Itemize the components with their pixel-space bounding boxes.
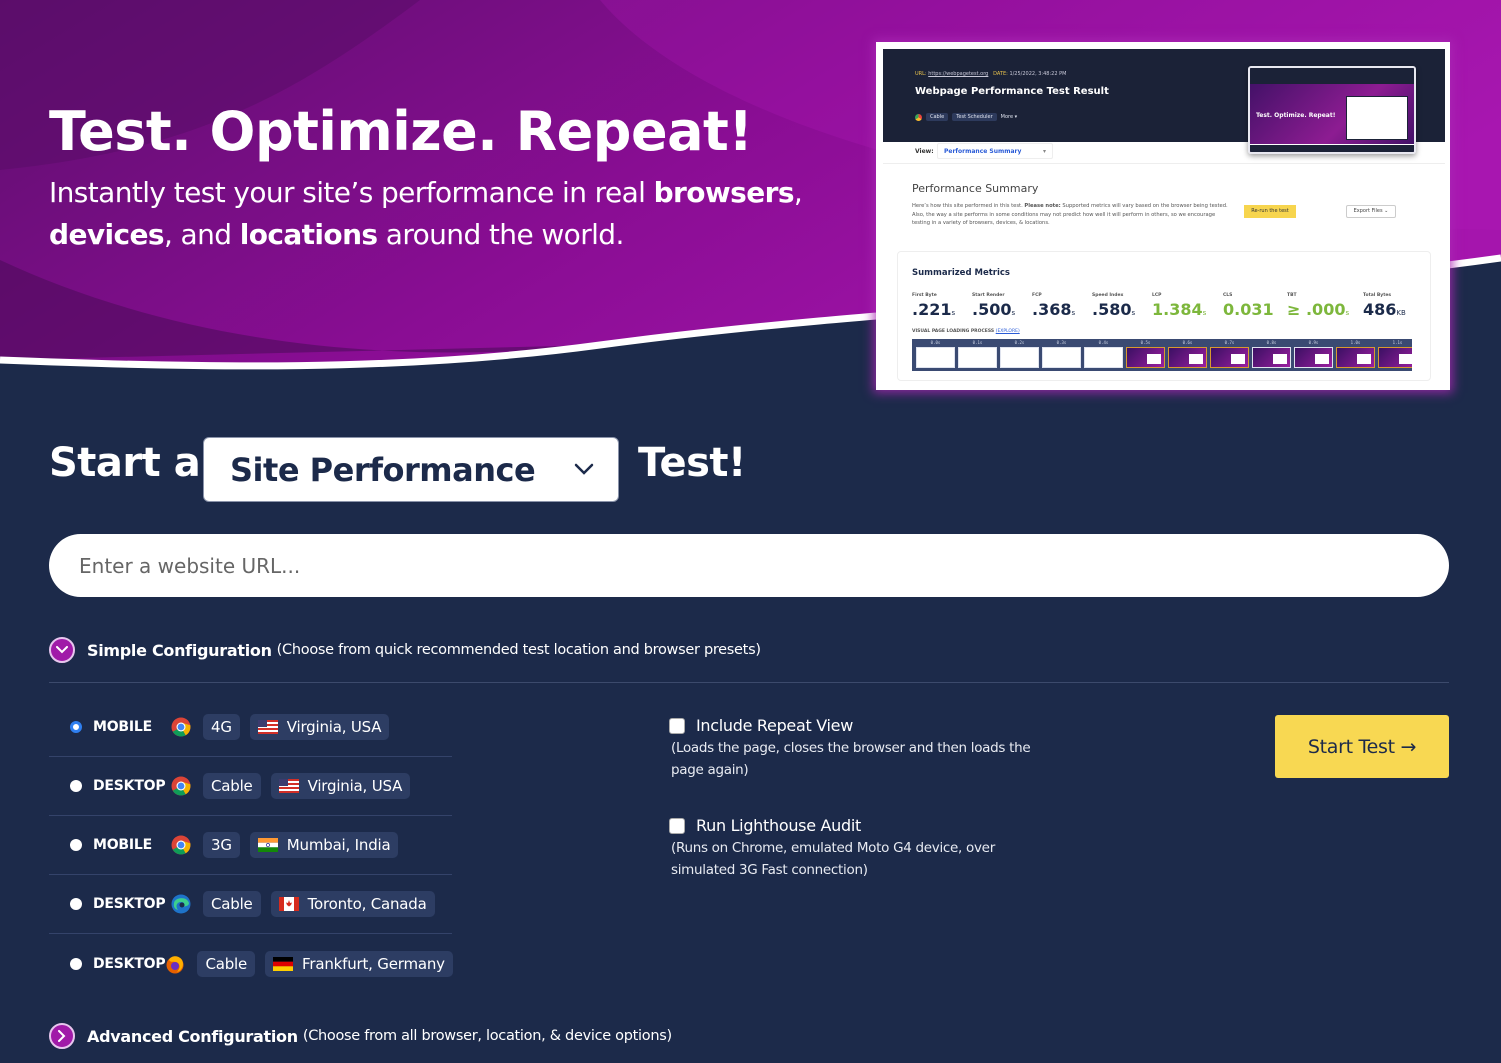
preview-filmstrip: 0.0s 0.1s 0.2s 0.3s 0.4s 0.5s 0.6s 0.7s 0.8s 0.9s…	[912, 339, 1412, 371]
chrome-icon	[171, 776, 191, 796]
filmstrip-frame: 1.1s	[1378, 340, 1412, 368]
preview-metric: CLS 0.031	[1223, 293, 1274, 319]
preview-metric: Speed Index .580s	[1092, 293, 1136, 319]
preview-metric: Start Render .500s	[972, 293, 1016, 319]
filmstrip-frame: 0.7s	[1210, 340, 1249, 368]
filmstrip-frame: 0.6s	[1168, 340, 1207, 368]
preset-device: DESKTOP	[93, 778, 166, 794]
preset-option[interactable]: DESKTOP Cable Toronto, Canada	[49, 875, 452, 934]
test-label: Test!	[638, 440, 746, 486]
edge-icon	[171, 894, 191, 914]
filmstrip-frame: 0.0s	[916, 340, 955, 368]
simple-configuration-desc: (Choose from quick recommended test loca…	[276, 642, 761, 658]
preset-location: Mumbai, India	[249, 832, 399, 858]
hero-title: Test. Optimize. Repeat!	[49, 100, 753, 163]
test-type-value: Site Performance	[230, 451, 536, 489]
preset-device: DESKTOP	[93, 896, 166, 912]
chevron-down-circle-icon	[49, 637, 75, 663]
preset-device: MOBILE	[93, 837, 152, 853]
preview-header: URL: https://webpagetest.org DATE: 1/25/…	[883, 49, 1445, 154]
preview-site-thumbnail: Test. Optimize. Repeat!	[1248, 66, 1416, 154]
preset-radio[interactable]	[70, 898, 82, 910]
lighthouse-checkbox[interactable]	[669, 817, 685, 834]
simple-configuration-toggle[interactable]: Simple Configuration (Choose from quick …	[49, 637, 761, 663]
filmstrip-frame: 0.9s	[1294, 340, 1333, 368]
preset-location: Frankfurt, Germany	[265, 950, 453, 977]
divider	[49, 682, 1449, 683]
repeat-view-checkbox[interactable]	[669, 717, 685, 734]
germany-flag-icon	[273, 956, 294, 971]
preset-radio[interactable]	[70, 957, 82, 970]
preview-metric: First Byte .221s	[912, 293, 956, 319]
preset-connection: 3G	[203, 832, 240, 858]
preview-export-button: Export Files ⌄	[1346, 205, 1396, 218]
preset-device: DESKTOP	[93, 955, 166, 972]
hero-subtitle: Instantly test your site’s performance i…	[49, 176, 803, 251]
repeat-view-desc: (Loads the page, closes the browser and …	[671, 740, 1031, 778]
simple-configuration-title: Simple Configuration	[87, 640, 272, 660]
start-a-label: Start a	[49, 440, 201, 486]
preview-metric: Total Bytes 486KB	[1363, 293, 1406, 319]
filmstrip-frame: 1.0s	[1336, 340, 1375, 368]
start-test-button[interactable]: Start Test →	[1275, 715, 1449, 778]
preset-option[interactable]: DESKTOP Cable Frankfurt, Germany	[49, 934, 453, 993]
lighthouse-checkbox-row[interactable]: Run Lighthouse Audit	[669, 816, 1049, 835]
lighthouse-desc: (Runs on Chrome, emulated Moto G4 device…	[671, 840, 995, 878]
advanced-configuration-toggle[interactable]: Advanced Configuration (Choose from all …	[49, 1023, 672, 1049]
filmstrip-frame: 0.5s	[1126, 340, 1165, 368]
result-preview-screenshot: URL: https://webpagetest.org DATE: 1/25/…	[876, 42, 1450, 390]
preset-radio[interactable]	[70, 721, 82, 733]
chevron-down-icon	[574, 463, 594, 475]
preset-location: Toronto, Canada	[270, 891, 435, 917]
chevron-right-circle-icon	[49, 1023, 75, 1049]
preset-connection: Cable	[203, 773, 261, 799]
preview-metric: FCP .368s	[1032, 293, 1076, 319]
repeat-view-label: Include Repeat View	[696, 716, 854, 735]
preview-view-select: Performance Summary ▾	[937, 143, 1053, 159]
preset-radio[interactable]	[70, 780, 82, 792]
repeat-view-option: Include Repeat View (Loads the page, clo…	[669, 716, 1049, 781]
test-type-select[interactable]: Site Performance	[203, 437, 619, 502]
canada-flag-icon	[278, 897, 299, 911]
filmstrip-frame: 0.1s	[958, 340, 997, 368]
preview-chips: Cable Test Scheduler More ▾	[915, 113, 1017, 121]
india-flag-icon	[257, 838, 278, 852]
preview-rerun-button: Re-run the test	[1244, 205, 1296, 218]
preview-metrics-title: Summarized Metrics	[912, 268, 1010, 278]
filmstrip-frame: 0.8s	[1252, 340, 1291, 368]
chrome-icon	[915, 113, 922, 121]
us-flag-icon	[257, 720, 278, 734]
preview-url-line: URL: https://webpagetest.org DATE: 1/25/…	[915, 71, 1067, 77]
us-flag-icon	[278, 779, 299, 793]
preview-summary-title: Performance Summary	[912, 182, 1039, 195]
preset-option[interactable]: DESKTOP Cable Virginia, USA	[49, 757, 452, 816]
repeat-view-checkbox-row[interactable]: Include Repeat View	[669, 716, 1049, 735]
preview-metric: TBT ≥ .000s	[1287, 293, 1350, 319]
advanced-configuration-desc: (Choose from all browser, location, & de…	[302, 1028, 672, 1044]
chrome-icon	[171, 717, 191, 737]
advanced-configuration-title: Advanced Configuration	[87, 1026, 298, 1046]
preset-connection: Cable	[203, 891, 261, 917]
preset-location: Virginia, USA	[270, 773, 411, 799]
preset-option[interactable]: MOBILE 4G Virginia, USA	[49, 698, 452, 757]
preset-connection: Cable	[197, 950, 256, 977]
lighthouse-option: Run Lighthouse Audit (Runs on Chrome, em…	[669, 816, 1049, 881]
firefox-icon	[165, 954, 185, 974]
chrome-icon	[171, 835, 191, 855]
filmstrip-frame: 0.3s	[1042, 340, 1081, 368]
preview-metric: LCP 1.384s	[1152, 293, 1207, 319]
url-input[interactable]	[49, 534, 1449, 597]
preset-option[interactable]: MOBILE 3G Mumbai, India	[49, 816, 452, 875]
preset-location: Virginia, USA	[249, 714, 390, 740]
filmstrip-frame: 0.2s	[1000, 340, 1039, 368]
preview-summary-desc: Here’s how this site performed in this t…	[912, 203, 1228, 226]
lighthouse-label: Run Lighthouse Audit	[696, 816, 861, 835]
filmstrip-frame: 0.4s	[1084, 340, 1123, 368]
preset-radio[interactable]	[70, 839, 82, 851]
preset-device: MOBILE	[93, 719, 152, 735]
preset-connection: 4G	[203, 714, 240, 740]
preview-title: Webpage Performance Test Result	[915, 86, 1109, 97]
preview-vplp-label: VISUAL PAGE LOADING PROCESS (EXPLORE)	[912, 329, 1020, 334]
